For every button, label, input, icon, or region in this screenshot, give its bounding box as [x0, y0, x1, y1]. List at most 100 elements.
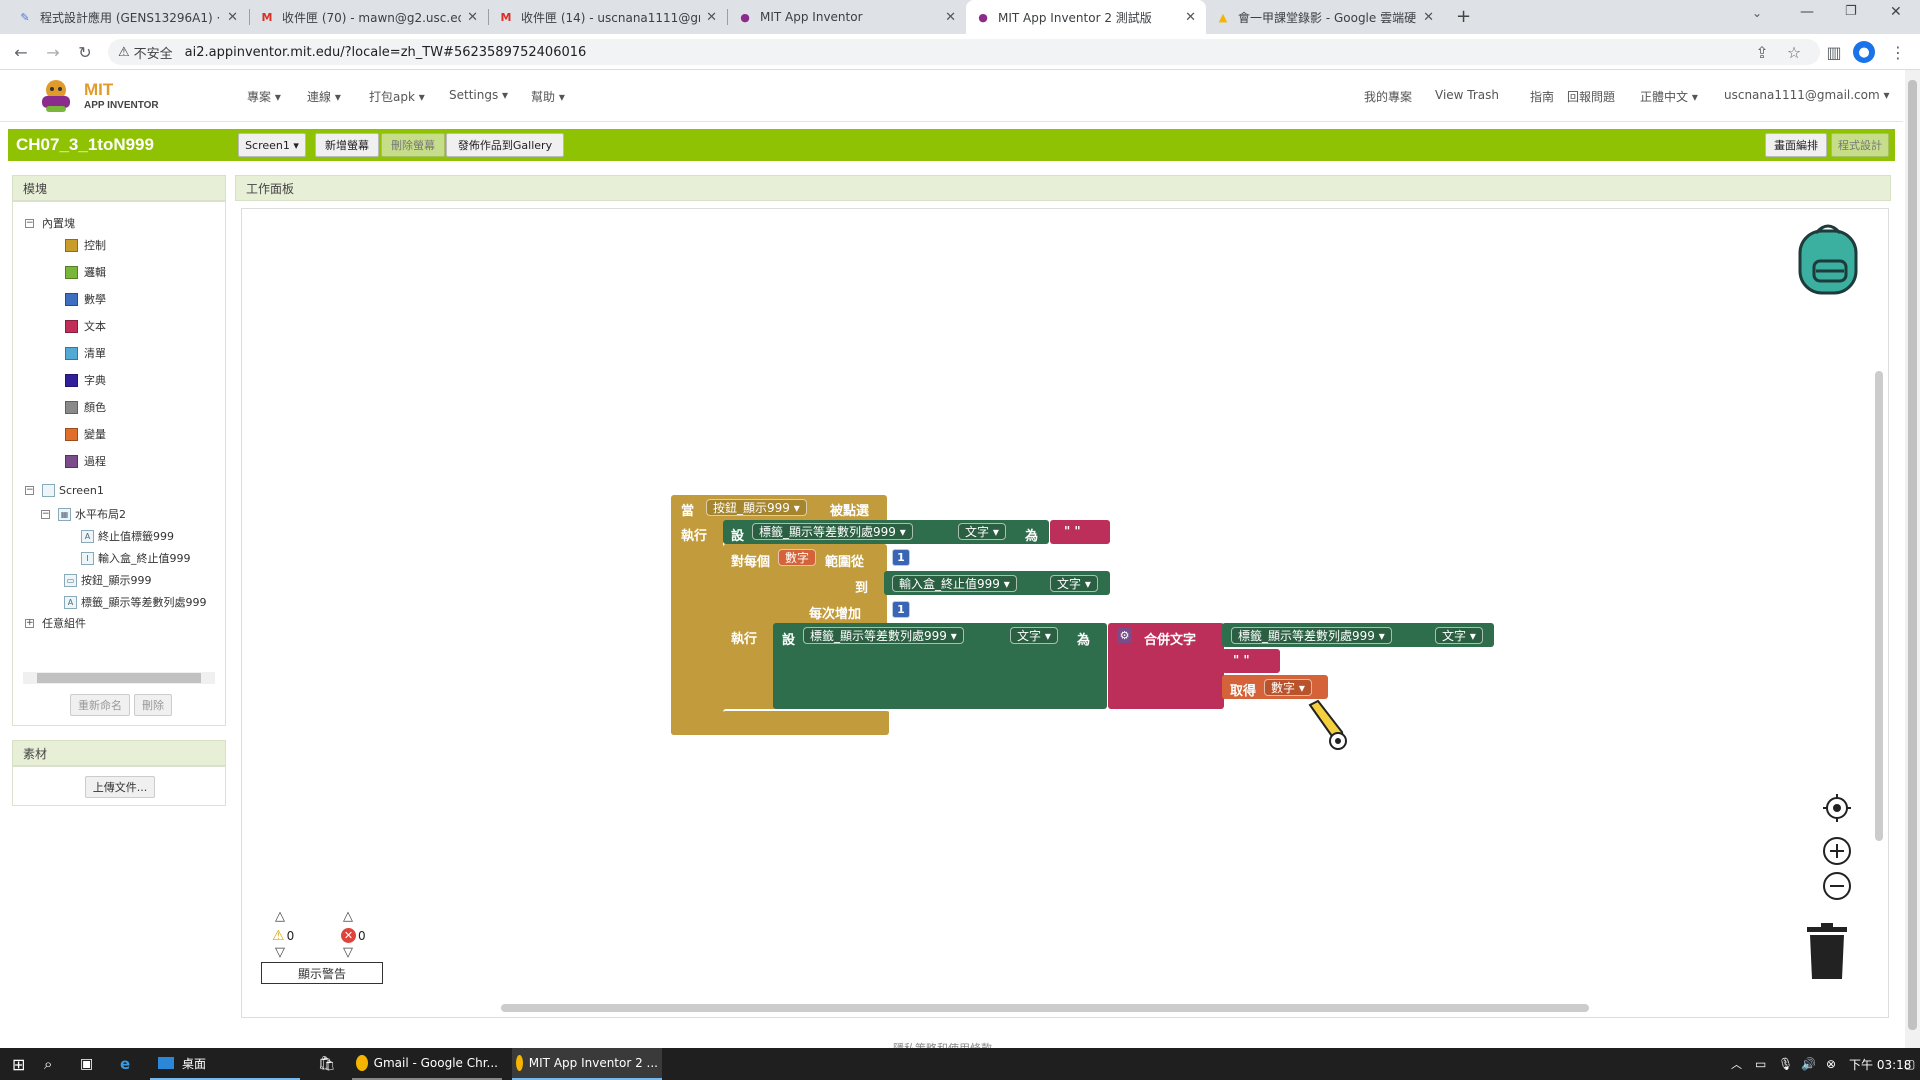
collapse-icon[interactable]: − [25, 486, 34, 495]
menu-my-projects[interactable]: 我的專案 [1364, 88, 1412, 105]
browser-tab[interactable]: M 收件匣 (70) - mawn@g2.usc.ed ✕ [250, 0, 488, 34]
menu-language[interactable]: 正體中文 ▾ [1640, 88, 1698, 105]
zoom-in-icon[interactable] [1822, 836, 1852, 866]
tree-any-component[interactable]: + 任意組件 [25, 615, 86, 631]
by-number-block[interactable]: 1 [892, 601, 910, 618]
ime-icon[interactable]: ⊗ [1826, 1048, 1836, 1080]
inner-set-component-dropdown[interactable]: 標籤_顯示等差數列處999 ▾ [803, 627, 964, 644]
browser-tab-active[interactable]: ● MIT App Inventor 2 測試版 ✕ [966, 0, 1206, 34]
block-category-item[interactable]: 邏輯 [65, 264, 106, 280]
set-property-dropdown[interactable]: 文字 ▾ [958, 523, 1006, 540]
browser-tab[interactable]: ✎ 程式設計應用 (GENS13296A1) · ✕ [8, 0, 248, 34]
screen-select[interactable]: Screen1 ▾ [238, 133, 306, 157]
add-screen-button[interactable]: 新增螢幕 [315, 133, 379, 157]
recenter-icon[interactable] [1822, 793, 1852, 823]
blocks-workspace[interactable]: 當 按鈕_顯示999 ▾ 被點選 執行 設 標籤_顯示等差數列處999 ▾ 文字… [241, 208, 1889, 1018]
backpack-icon[interactable] [1792, 221, 1864, 297]
app-inventor-logo[interactable]: MIT APP INVENTOR [36, 76, 166, 116]
reload-icon[interactable]: ↻ [73, 40, 97, 64]
menu-settings[interactable]: Settings ▾ [449, 88, 508, 102]
menu-project[interactable]: 專案 ▾ [247, 88, 281, 105]
edge-browser-icon[interactable]: e [120, 1048, 130, 1080]
menu-account[interactable]: uscnana1111@gmail.com ▾ [1724, 88, 1890, 102]
bookmark-star-icon[interactable]: ☆ [1782, 40, 1806, 64]
delete-button[interactable]: 刪除 [134, 694, 172, 716]
share-icon[interactable]: ⇪ [1750, 40, 1774, 64]
menu-report-issue[interactable]: 回報問題 [1567, 88, 1615, 105]
new-tab-button[interactable]: + [1456, 6, 1471, 27]
block-category-item[interactable]: 過程 [65, 453, 106, 469]
join-component-dropdown[interactable]: 標籤_顯示等差數列處999 ▾ [1231, 627, 1392, 644]
menu-guide[interactable]: 指南 [1530, 88, 1554, 105]
page-vertical-scrollbar[interactable] [1905, 70, 1920, 1048]
network-icon[interactable]: ▭ [1755, 1048, 1766, 1080]
tab-search-icon[interactable]: ⌄ [1752, 6, 1762, 20]
taskbar-desktop[interactable]: 桌面 [150, 1048, 300, 1080]
loop-variable-field[interactable]: 數字 [778, 549, 817, 566]
profile-avatar-icon[interactable]: ● [1853, 41, 1875, 63]
inner-set-property-dropdown[interactable]: 文字 ▾ [1010, 627, 1058, 644]
block-category-item[interactable]: 變量 [65, 426, 106, 442]
notification-icon[interactable]: ▢ [1904, 1048, 1915, 1080]
designer-button[interactable]: 畫面編排 [1765, 133, 1827, 157]
tree-builtin[interactable]: − 內置塊 [25, 215, 75, 231]
block-category-item[interactable]: 控制 [65, 237, 106, 253]
block-category-item[interactable]: 清單 [65, 345, 106, 361]
menu-connect[interactable]: 連線 ▾ [307, 88, 341, 105]
close-icon[interactable]: ✕ [1423, 10, 1434, 25]
windows-start-icon[interactable]: ⊞ [12, 1048, 25, 1080]
block-category-item[interactable]: 顏色 [65, 399, 106, 415]
block-category-item[interactable]: 字典 [65, 372, 106, 388]
horizontal-scrollbar[interactable] [23, 672, 215, 684]
tree-component[interactable]: ▭ 按鈕_顯示999 [64, 572, 152, 588]
close-icon[interactable]: ✕ [467, 10, 478, 25]
event-component-dropdown[interactable]: 按鈕_顯示999 ▾ [706, 499, 807, 516]
workspace-horizontal-scrollbar[interactable] [501, 1004, 1589, 1012]
close-icon[interactable]: ✕ [945, 10, 956, 25]
menu-build[interactable]: 打包apk ▾ [369, 88, 425, 105]
collapse-icon[interactable]: − [41, 509, 50, 519]
close-icon[interactable]: ✕ [1185, 10, 1196, 25]
restore-icon[interactable]: ❐ [1845, 4, 1857, 19]
tray-chevron-icon[interactable]: ︿ [1731, 1048, 1742, 1080]
zoom-out-icon[interactable] [1822, 871, 1852, 901]
menu-help[interactable]: 幫助 ▾ [531, 88, 565, 105]
window-close-icon[interactable]: ✕ [1890, 4, 1902, 20]
space-string-block[interactable] [1222, 649, 1280, 673]
blocks-editor-button[interactable]: 程式設計 [1831, 133, 1889, 157]
expand-icon[interactable]: + [25, 618, 34, 628]
workspace-vertical-scrollbar[interactable] [1875, 371, 1883, 841]
sidepanel-icon[interactable]: ▥ [1822, 40, 1846, 64]
forward-arrow-icon[interactable]: → [41, 40, 65, 64]
to-property-dropdown[interactable]: 文字 ▾ [1050, 575, 1098, 592]
taskbar-app[interactable]: Gmail - Google Chr... [352, 1048, 502, 1080]
taskbar-app-active[interactable]: MIT App Inventor 2 ... [512, 1048, 662, 1080]
microphone-icon[interactable]: 🎙 [1778, 1048, 1793, 1080]
url-text[interactable]: ai2.appinventor.mit.edu/?locale=zh_TW#56… [185, 45, 587, 60]
close-icon[interactable]: ✕ [706, 10, 717, 25]
get-variable-dropdown[interactable]: 數字 ▾ [1264, 679, 1312, 696]
close-icon[interactable]: ✕ [227, 10, 238, 25]
set-component-dropdown[interactable]: 標籤_顯示等差數列處999 ▾ [752, 523, 913, 540]
tree-component[interactable]: A 標籤_顯示等差數列處999 [64, 594, 207, 610]
block-category-item[interactable]: 數學 [65, 291, 106, 307]
trash-icon[interactable] [1805, 923, 1849, 981]
remove-screen-button[interactable]: 刪除螢幕 [381, 133, 445, 157]
collapse-icon[interactable]: − [25, 218, 34, 228]
url-field[interactable]: ⚠ 不安全 ai2.appinventor.mit.edu/?locale=zh… [108, 39, 1820, 65]
browser-tab[interactable]: ● MIT App Inventor ✕ [728, 0, 966, 34]
errors-down-arrow-icon[interactable]: ▽ [343, 945, 353, 960]
to-component-dropdown[interactable]: 輸入盒_終止值999 ▾ [892, 575, 1017, 592]
from-number-block[interactable]: 1 [892, 549, 910, 566]
task-view-icon[interactable]: ▣ [80, 1048, 93, 1080]
upload-file-button[interactable]: 上傳文件... [85, 776, 155, 798]
clock[interactable]: 下午 03:18 [1849, 1048, 1911, 1080]
publish-gallery-button[interactable]: 發佈作品到Gallery [446, 133, 564, 157]
store-icon[interactable]: 🛍 [318, 1048, 336, 1080]
volume-icon[interactable]: 🔊 [1801, 1048, 1816, 1080]
browser-tab[interactable]: ▲ 會一甲課堂錄影 - Google 雲端硬 ✕ [1206, 0, 1444, 34]
search-icon[interactable]: ⌕ [44, 1048, 52, 1080]
join-property-dropdown[interactable]: 文字 ▾ [1435, 627, 1483, 644]
block-category-item[interactable]: 文本 [65, 318, 106, 334]
minimize-icon[interactable]: — [1800, 4, 1814, 20]
